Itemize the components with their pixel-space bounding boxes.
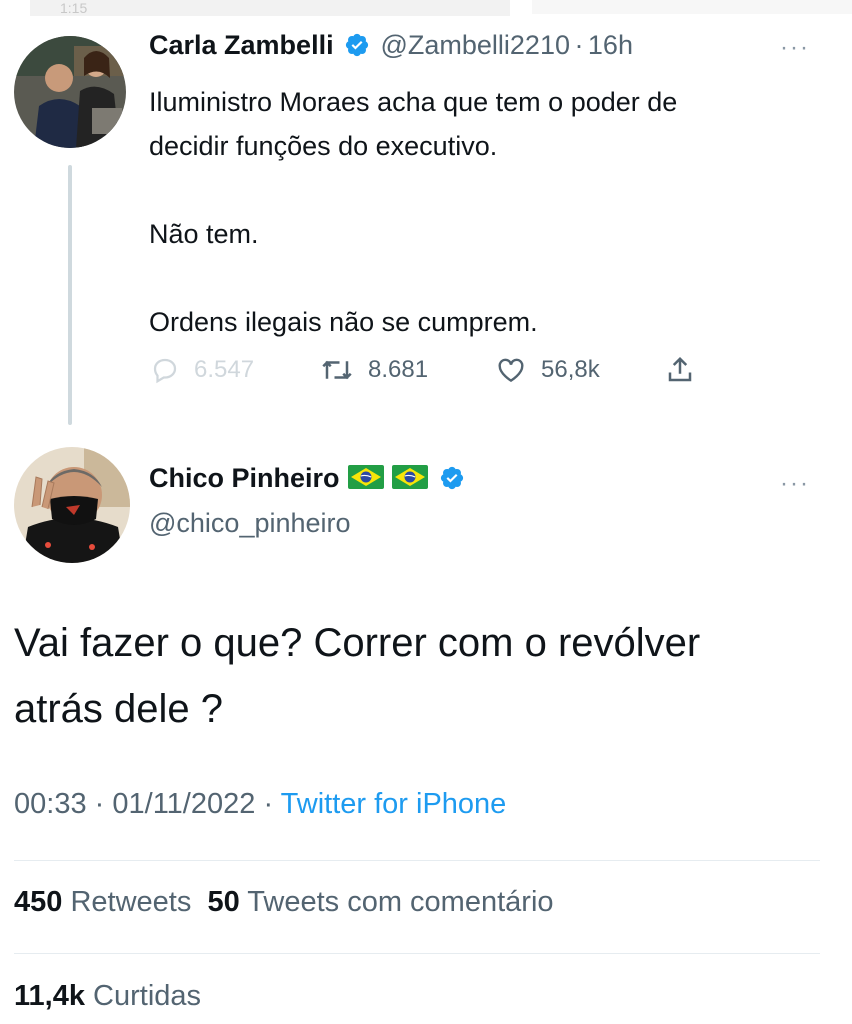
share-button[interactable]	[665, 350, 709, 390]
status-time: 1:15	[60, 0, 88, 16]
quoted-tweet-header: Carla Zambelli @Zambelli2210 · 16h	[149, 30, 633, 61]
retweet-icon	[322, 360, 352, 380]
likes-count: 11,4k	[14, 980, 85, 1012]
verified-badge-icon	[440, 466, 463, 490]
reply-count: 6.547	[194, 356, 255, 383]
quoted-author-name[interactable]: Carla Zambelli	[149, 30, 334, 60]
quotes-count: 50	[207, 886, 240, 918]
reply-icon	[153, 358, 177, 384]
retweets-count: 450	[14, 886, 63, 918]
quoted-time-ago[interactable]: 16h	[588, 30, 633, 60]
verified-badge-icon	[345, 33, 369, 57]
quoted-tweet-actions: 6.547 8.681 56,8k	[150, 350, 710, 390]
more-icon[interactable]: ···	[780, 34, 810, 62]
like-icon	[498, 358, 524, 383]
quoted-author-handle[interactable]: @Zambelli2210	[380, 30, 570, 60]
tweet-date[interactable]: 01/11/2022	[112, 788, 255, 820]
main-text-line-2: atrás dele ?	[14, 687, 224, 731]
retweet-quote-stats: 450 Retweets 50 Tweets com comentário	[14, 886, 554, 919]
divider	[14, 953, 820, 954]
tweet-source-link[interactable]: Twitter for iPhone	[281, 788, 507, 820]
divider	[14, 860, 820, 861]
avatar-carla-zambelli[interactable]	[14, 36, 126, 148]
avatar-chico-pinheiro[interactable]	[14, 447, 130, 563]
header-separator: ·	[574, 30, 584, 60]
likes-label: Curtidas	[93, 980, 202, 1012]
quoted-text-line-2: decidir funções do executivo.	[149, 131, 498, 161]
retweet-button[interactable]: 8.681	[320, 350, 428, 390]
like-button[interactable]: 56,8k	[495, 350, 600, 390]
reply-button[interactable]: 6.547	[150, 350, 254, 390]
quotes-stat[interactable]: 50 Tweets com comentário	[207, 886, 553, 918]
status-bar-right	[532, 0, 852, 14]
main-author-name[interactable]: Chico Pinheiro	[149, 463, 340, 493]
retweets-stat[interactable]: 450 Retweets	[14, 886, 191, 918]
share-icon	[668, 356, 692, 382]
brazil-flag-icon	[347, 465, 384, 489]
main-tweet-header: Chico Pinheiro	[149, 463, 465, 494]
main-tweet-text: Vai fazer o que? Correr com o revólver a…	[14, 610, 834, 742]
brazil-flag-icon	[392, 465, 429, 489]
likes-stat[interactable]: 11,4k Curtidas	[14, 980, 201, 1013]
status-bar: 1:15	[30, 0, 510, 16]
retweets-label: Retweets	[70, 886, 192, 918]
main-text-line-1: Vai fazer o que? Correr com o revólver	[14, 621, 701, 665]
tweet-time[interactable]: 00:33	[14, 788, 87, 820]
meta-separator: ·	[94, 788, 105, 820]
quotes-label: Tweets com comentário	[247, 886, 554, 918]
quoted-tweet-text: Iluministro Moraes acha que tem o poder …	[149, 80, 819, 344]
tweet-meta: 00:33 · 01/11/2022 · Twitter for iPhone	[14, 788, 506, 821]
quoted-text-line-1: Iluministro Moraes acha que tem o poder …	[149, 87, 678, 117]
quoted-text-paragraph-3: Ordens ilegais não se cumprem.	[149, 307, 538, 337]
like-count: 56,8k	[541, 356, 600, 383]
meta-separator: ·	[263, 788, 274, 820]
main-author-handle[interactable]: @chico_pinheiro	[149, 508, 351, 539]
quoted-text-paragraph-2: Não tem.	[149, 219, 259, 249]
retweet-count: 8.681	[368, 356, 429, 383]
thread-connector-line	[68, 165, 72, 425]
more-icon[interactable]: ···	[780, 470, 810, 498]
